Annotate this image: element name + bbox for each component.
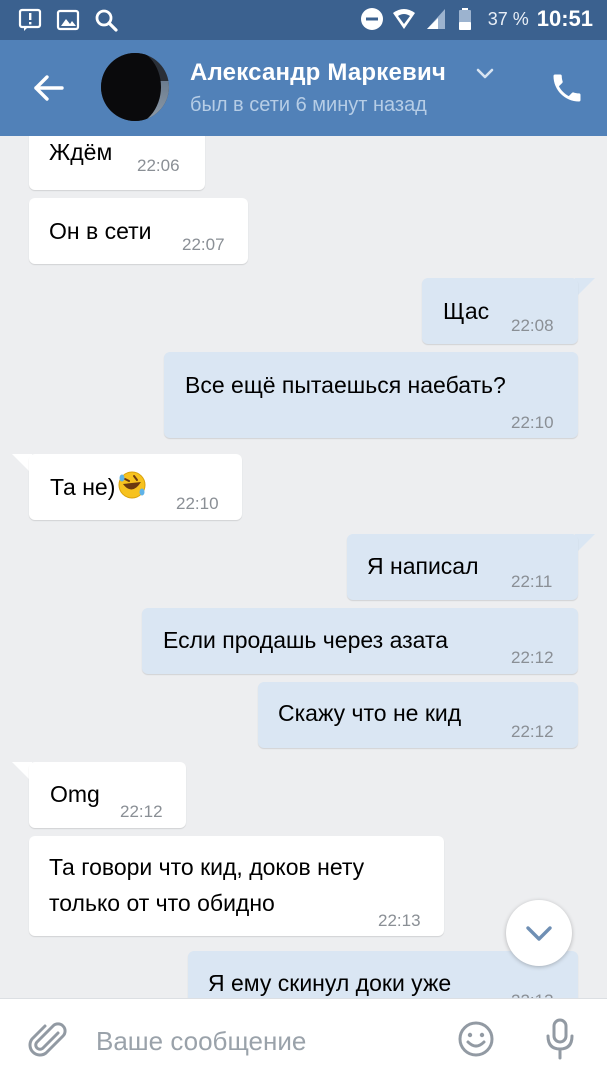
message-text: Все ещё пытаешься наебать? <box>185 372 506 398</box>
scroll-to-bottom-button[interactable] <box>506 900 572 966</box>
phone-icon[interactable] <box>549 70 585 106</box>
clock: 10:51 <box>536 6 593 31</box>
message-text: Я ему скинул доки уже <box>208 970 452 996</box>
emoji-smile-icon[interactable] <box>456 1019 496 1059</box>
battery-icon <box>458 8 471 30</box>
message-outgoing[interactable]: Все ещё пытаешься наебать? 22:10 <box>164 352 578 438</box>
message-time: 22:10 <box>511 413 554 432</box>
message-outgoing[interactable]: Скажу что не кид 22:12 <box>258 682 578 748</box>
wifi-icon <box>392 9 415 29</box>
message-text: Та не) <box>50 474 116 500</box>
message-incoming[interactable]: Та не) 22:10 <box>29 454 242 520</box>
avatar[interactable] <box>101 53 169 121</box>
alert-icon <box>18 8 42 31</box>
message-time: 22:08 <box>511 316 554 335</box>
do-not-disturb-icon <box>360 8 383 30</box>
message-text-line: только от что обидно <box>49 890 275 916</box>
message-time: 22:12 <box>511 648 554 667</box>
message-outgoing[interactable]: Если продашь через азата 22:12 <box>142 608 578 674</box>
search-icon <box>95 9 118 32</box>
message-time: 22:10 <box>176 494 219 513</box>
message-text-wrap: Та не) <box>50 470 147 504</box>
message-incoming[interactable]: Omg 22:12 <box>29 762 186 828</box>
message-text: Щас <box>443 298 490 324</box>
message-text: Omg <box>50 781 100 807</box>
message-incoming[interactable]: Та говори что кид, доков нету только от … <box>29 836 444 936</box>
message-list[interactable]: Ждём 22:06 Он в сети 22:07 Щас 22:08 Все… <box>0 136 607 998</box>
signal-icon <box>426 9 445 29</box>
contact-status: был в сети 6 минут назад <box>190 94 427 116</box>
rolling-laughing-emoji-icon <box>118 471 146 499</box>
image-icon <box>56 9 80 31</box>
contact-name[interactable]: Александр Маркевич <box>190 59 446 87</box>
back-arrow-icon[interactable] <box>28 68 68 108</box>
message-time: 22:12 <box>120 802 163 821</box>
message-time: 22:12 <box>511 722 554 741</box>
message-text: Ждём <box>49 139 113 165</box>
chat-header: Александр Маркевич был в сети 6 минут на… <box>0 40 607 136</box>
message-time: 22:13 <box>511 984 554 998</box>
message-time: 22:06 <box>137 156 180 175</box>
avatar-silhouette <box>101 53 161 121</box>
bubble-tail <box>575 278 595 298</box>
message-text: Он в сети <box>49 218 152 244</box>
message-text: Я написал <box>367 553 479 579</box>
message-time: 22:13 <box>378 911 421 930</box>
message-input[interactable] <box>96 1021 426 1061</box>
message-time: 22:07 <box>182 235 225 254</box>
message-composer <box>0 998 607 1080</box>
message-time: 22:11 <box>511 572 553 591</box>
bubble-tail <box>575 534 595 554</box>
status-bar: 37 % 10:51 <box>0 0 607 40</box>
message-incoming[interactable]: Он в сети 22:07 <box>29 198 248 264</box>
chevron-down-icon <box>526 926 552 941</box>
message-incoming[interactable]: Ждём 22:06 <box>29 136 205 190</box>
message-text-line: Та говори что кид, доков нету <box>49 854 365 880</box>
message-text: Если продашь через азата <box>163 627 449 653</box>
message-outgoing[interactable]: Щас 22:08 <box>422 278 578 344</box>
message-outgoing[interactable]: Я написал 22:11 <box>347 534 578 600</box>
microphone-icon[interactable] <box>543 1017 577 1061</box>
chevron-down-icon[interactable] <box>475 67 495 81</box>
battery-percent: 37 % <box>487 8 529 29</box>
message-text: Скажу что не кид <box>278 700 462 726</box>
paperclip-icon[interactable] <box>28 1021 68 1061</box>
